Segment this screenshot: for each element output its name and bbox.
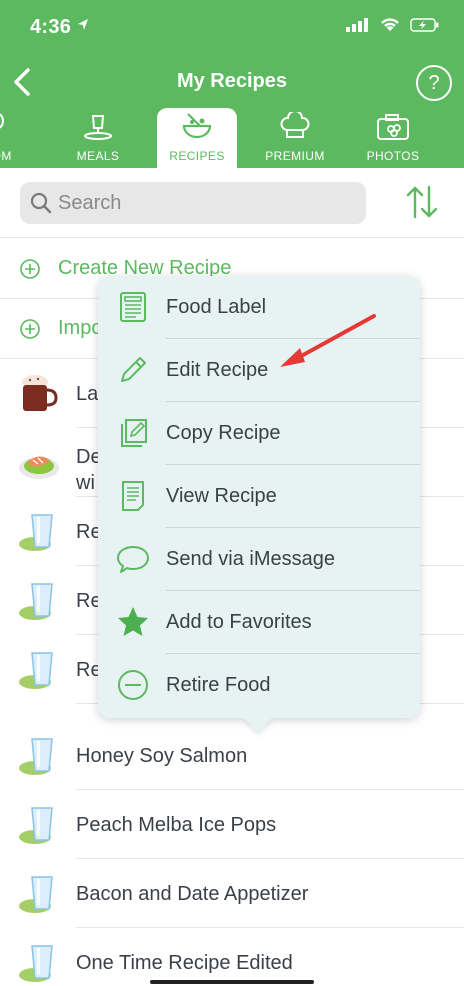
recipe-name-line2: wi: [76, 472, 95, 494]
chef-hat-icon: [280, 112, 310, 138]
tab-premium[interactable]: PREMIUM: [245, 108, 345, 168]
battery-charging-icon: [410, 18, 439, 32]
status-time: 4:36: [30, 16, 72, 38]
drink-glass-icon: [19, 807, 53, 844]
pencil-icon: [121, 357, 146, 382]
menu-item-label: Send via iMessage: [166, 548, 335, 570]
plus-circle-icon: [20, 259, 40, 279]
camera-food-icon: [377, 114, 409, 140]
wifi-icon: [381, 18, 399, 31]
recipe-name: Bacon and Date Appetizer: [76, 883, 309, 905]
sort-button[interactable]: [406, 185, 438, 224]
help-button[interactable]: ?: [416, 65, 452, 101]
menu-item-send-imessage[interactable]: Send via iMessage: [98, 528, 420, 591]
salmon-plate-icon: [19, 456, 59, 479]
home-indicator: [150, 980, 314, 984]
message-bubble-icon: [117, 546, 149, 573]
tab-label: MEALS: [76, 149, 120, 163]
food-label-icon: [120, 292, 146, 322]
star-icon: [118, 607, 148, 636]
recipes-bowl-icon: [182, 113, 212, 139]
header: 4:36 My Recipes ? TOM MEALS RECIPES PREM…: [0, 0, 464, 168]
menu-item-label: Copy Recipe: [166, 422, 281, 444]
minus-circle-icon: [118, 670, 148, 700]
search-placeholder: Search: [58, 192, 122, 214]
copy-icon: [121, 419, 147, 447]
menu-item-label: Edit Recipe: [166, 359, 269, 381]
status-icons: [346, 18, 440, 32]
annotation-arrow-icon: [280, 314, 376, 367]
recipe-name: One Time Recipe Edited: [76, 952, 293, 974]
tab-recipes[interactable]: RECIPES: [157, 108, 237, 168]
page-title: My Recipes: [176, 70, 288, 92]
tab-label: TOM: [0, 149, 12, 163]
menu-item-label: Retire Food: [166, 674, 271, 696]
search-icon: [30, 192, 52, 214]
menu-item-copy-recipe[interactable]: Copy Recipe: [98, 402, 420, 465]
meal-icon: [84, 115, 112, 140]
tab-label: PHOTOS: [366, 149, 420, 163]
drink-glass-icon: [19, 876, 53, 913]
menu-item-retire-food[interactable]: Retire Food: [98, 654, 420, 717]
list-item[interactable]: Honey Soy Salmon: [0, 721, 464, 790]
recipe-name: La: [76, 383, 99, 405]
drink-glass-icon: [19, 583, 53, 620]
menu-item-add-favorites[interactable]: Add to Favorites: [98, 591, 420, 654]
spoon-icon: [0, 113, 4, 129]
search-row: Search: [0, 168, 464, 238]
tab-photos[interactable]: PHOTOS: [343, 108, 443, 168]
menu-item-label: View Recipe: [166, 485, 277, 507]
list-item[interactable]: Bacon and Date Appetizer: [0, 859, 464, 928]
drink-glass-icon: [19, 738, 53, 775]
location-arrow-icon: [78, 19, 88, 30]
search-input[interactable]: Search: [20, 182, 366, 224]
list-item[interactable]: One Time Recipe Edited: [0, 928, 464, 986]
tab-meals[interactable]: MEALS: [48, 108, 148, 168]
list-item[interactable]: Peach Melba Ice Pops: [0, 790, 464, 859]
menu-item-label: Add to Favorites: [166, 611, 312, 633]
tab-bar: TOM MEALS RECIPES PREMIUM PHOTOS: [0, 108, 464, 168]
hot-chocolate-icon: [22, 375, 58, 411]
tab-custom[interactable]: TOM: [0, 108, 48, 168]
plus-circle-icon: [20, 319, 40, 339]
menu-item-label: Food Label: [166, 296, 267, 318]
drink-glass-icon: [19, 945, 53, 982]
sort-arrows-icon: [406, 185, 438, 219]
recipe-name: Peach Melba Ice Pops: [76, 814, 277, 836]
drink-glass-icon: [19, 514, 53, 551]
status-bar: 4:36: [0, 0, 464, 56]
tab-label: PREMIUM: [265, 149, 325, 163]
tab-label: RECIPES: [169, 149, 225, 163]
menu-item-view-recipe[interactable]: View Recipe: [98, 465, 420, 528]
drink-glass-icon: [19, 652, 53, 689]
recipe-name: Honey Soy Salmon: [76, 745, 248, 767]
import-recipe-label: Impo: [58, 317, 103, 339]
document-icon: [122, 481, 144, 511]
signal-icon: [346, 18, 368, 32]
